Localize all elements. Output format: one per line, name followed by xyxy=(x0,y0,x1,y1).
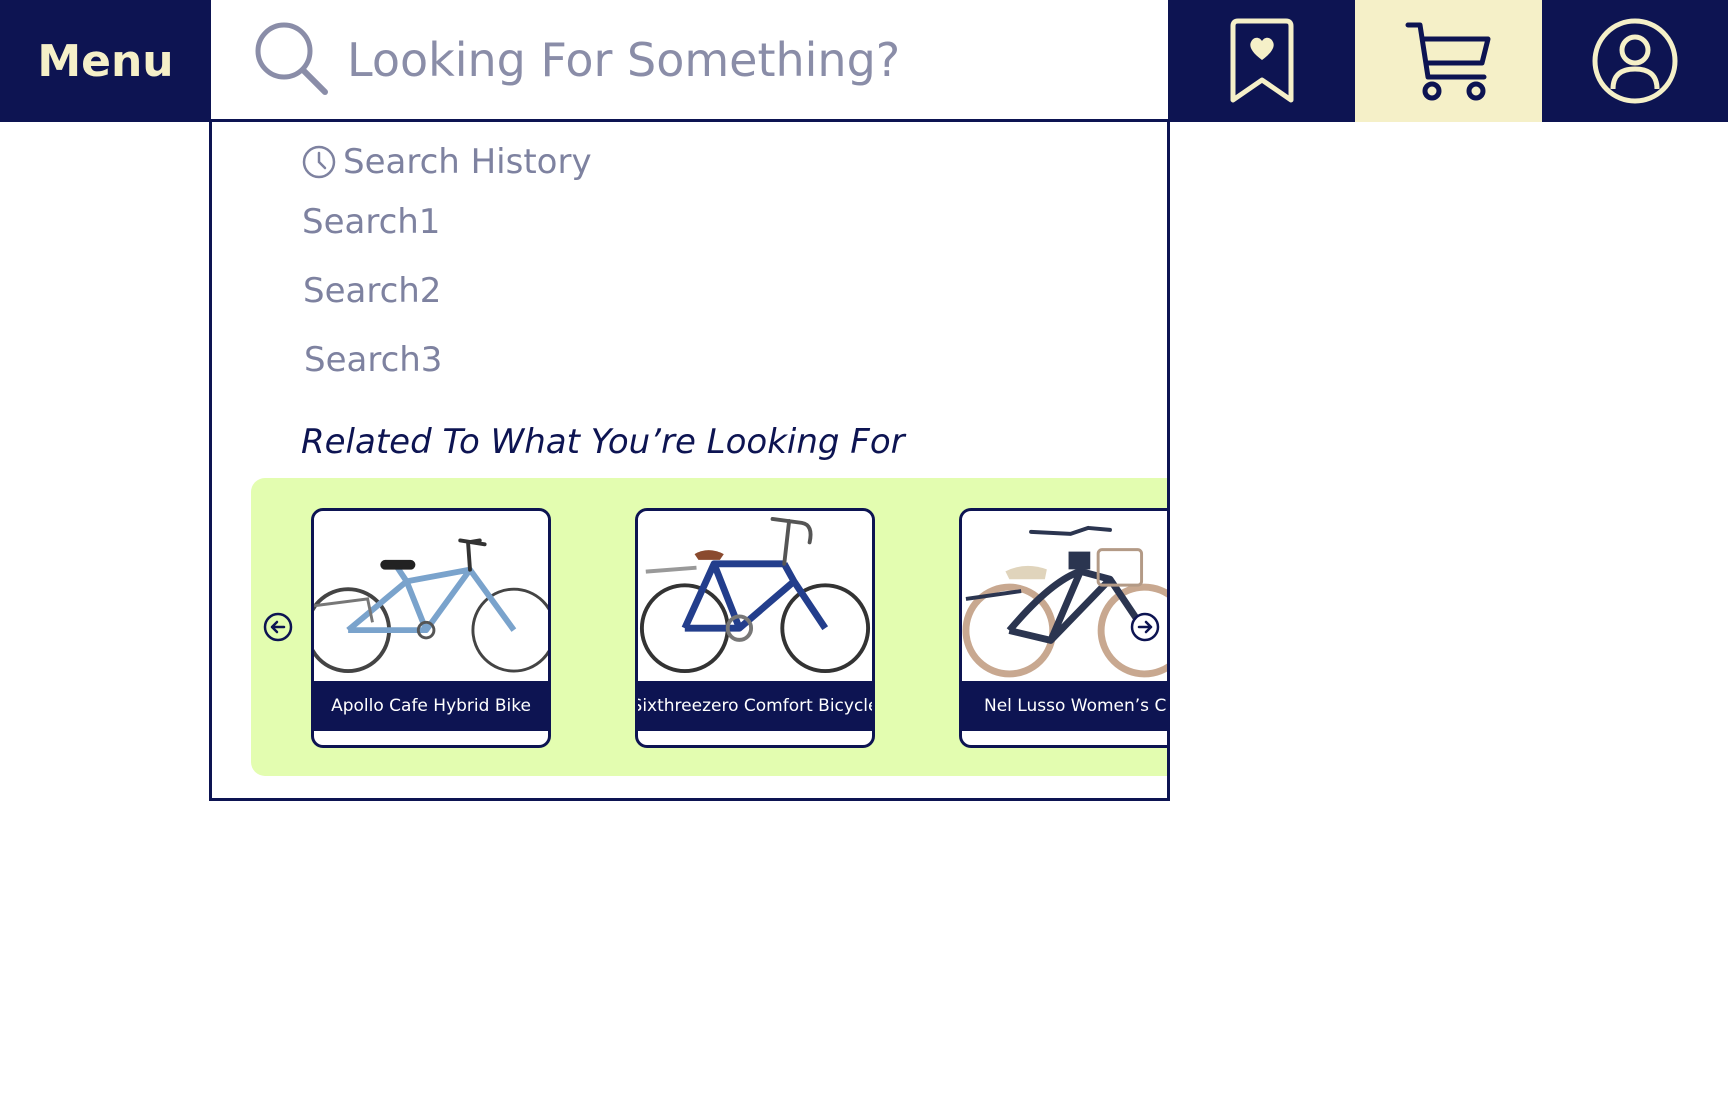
search-bar[interactable] xyxy=(211,0,1168,122)
account-button[interactable] xyxy=(1542,0,1728,122)
arrow-right-icon[interactable] xyxy=(1130,612,1160,642)
search-history-label: Search History xyxy=(343,142,592,182)
product-card[interactable]: Sixthreezero Comfort Bicycle xyxy=(635,508,875,748)
wishlist-button[interactable] xyxy=(1168,0,1355,122)
cart-button[interactable] xyxy=(1355,0,1542,122)
user-icon xyxy=(1592,18,1678,104)
cart-icon xyxy=(1405,22,1490,101)
product-name: Nel Lusso Women’s Cruiser xyxy=(962,681,1167,731)
bookmark-heart-icon xyxy=(1230,18,1293,103)
history-item[interactable]: Search1 xyxy=(302,202,440,242)
arrow-left-icon[interactable] xyxy=(263,612,293,642)
product-name: Sixthreezero Comfort Bicycle xyxy=(638,681,872,731)
history-item[interactable]: Search3 xyxy=(304,340,442,380)
product-image xyxy=(962,512,1167,680)
top-navigation-bar: Menu xyxy=(0,0,1728,122)
product-card[interactable]: Apollo Cafe Hybrid Bike xyxy=(311,508,551,748)
product-name: Apollo Cafe Hybrid Bike xyxy=(314,681,548,731)
menu-button[interactable]: Menu xyxy=(0,0,211,122)
search-dropdown: Search History Search1 Search2 Search3 R… xyxy=(209,122,1170,801)
related-heading: Related To What You’re Looking For xyxy=(301,422,905,462)
search-icon[interactable] xyxy=(249,16,333,100)
product-image xyxy=(314,513,548,679)
history-item[interactable]: Search2 xyxy=(303,271,441,311)
clock-icon xyxy=(302,145,336,179)
search-input[interactable] xyxy=(347,18,1127,102)
product-image xyxy=(638,513,872,679)
related-products-carousel: Apollo Cafe Hybrid Bike Sixthreezero Com… xyxy=(251,478,1167,776)
search-history-heading: Search History xyxy=(301,142,592,182)
